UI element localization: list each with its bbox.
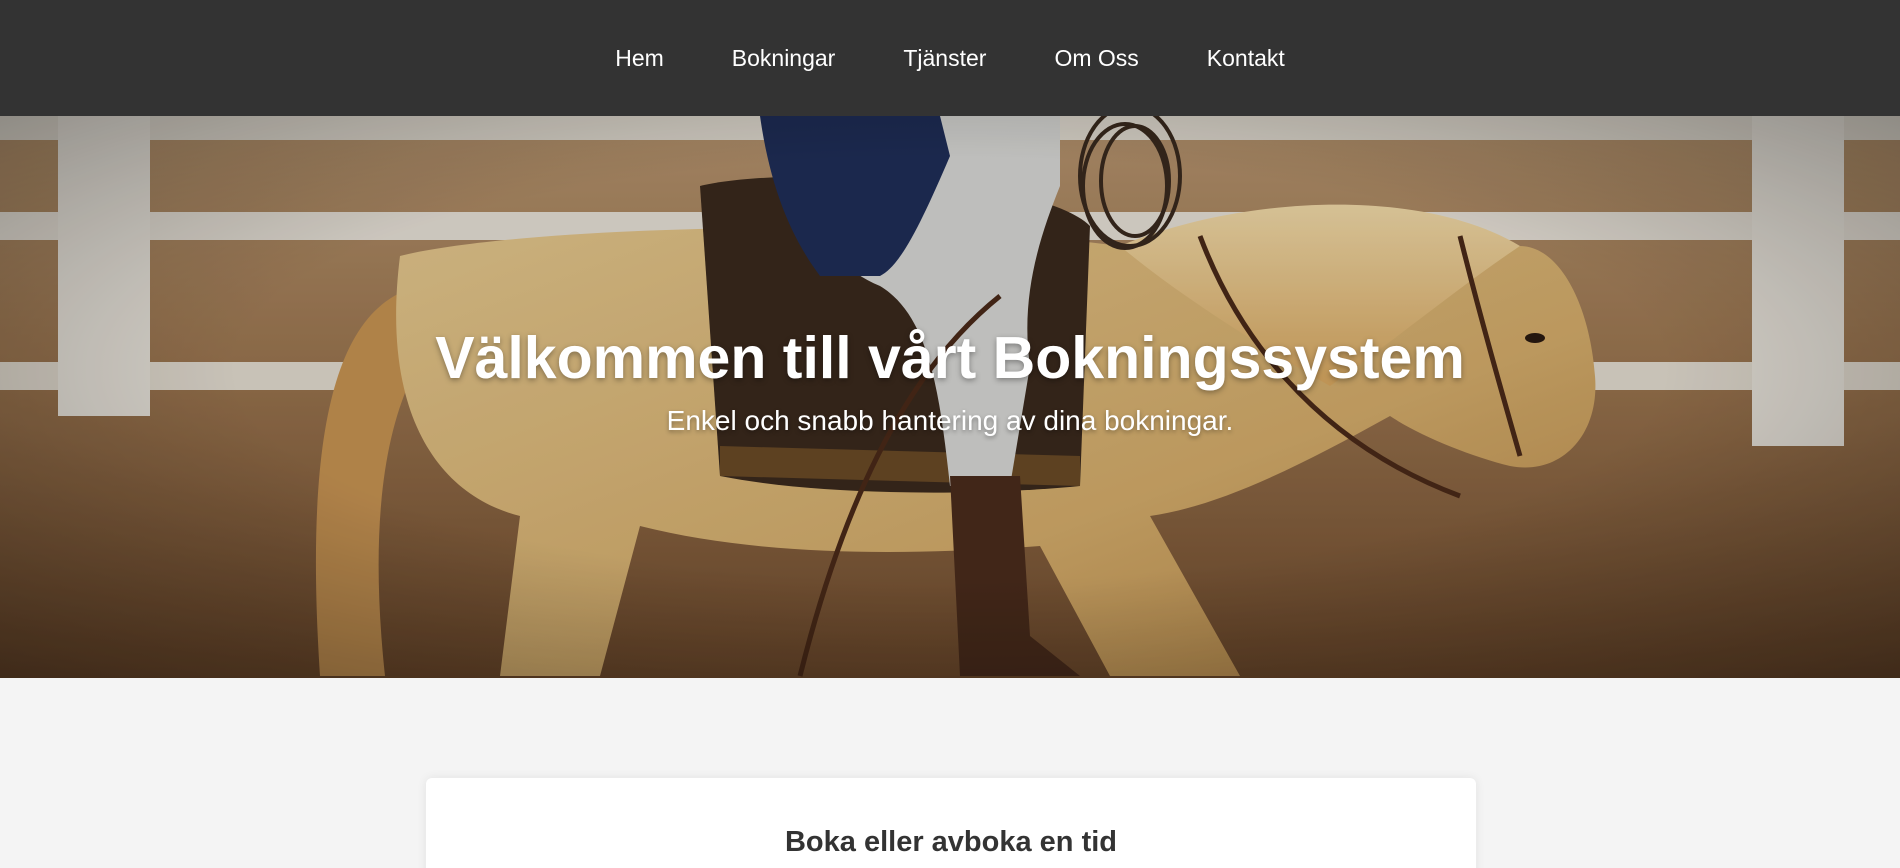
booking-card-title: Boka eller avboka en tid [784,826,1117,858]
nav-menu: Hem Bokningar Tjänster Om Oss Kontakt [581,39,1319,78]
nav-item-contact: Kontakt [1207,39,1285,78]
hero-section: Välkommen till vårt Bokningssystem Enkel… [0,116,1900,678]
hero-title: Välkommen till vårt Bokningssystem [435,325,1465,391]
nav-link-about[interactable]: Om Oss [1054,39,1138,78]
booking-card: Boka eller avboka en tid [426,778,1476,868]
nav-link-contact[interactable]: Kontakt [1207,39,1285,78]
nav-item-about: Om Oss [1054,39,1138,78]
nav-link-services[interactable]: Tjänster [903,39,986,78]
hero-subtitle: Enkel och snabb hantering av dina boknin… [666,404,1234,436]
top-navigation: Hem Bokningar Tjänster Om Oss Kontakt [0,0,1900,116]
hero-text-block: Välkommen till vårt Bokningssystem Enkel… [0,116,1900,678]
nav-item-home: Hem [615,39,664,78]
nav-link-home[interactable]: Hem [615,39,664,78]
nav-link-bookings[interactable]: Bokningar [732,39,836,78]
nav-item-services: Tjänster [903,39,986,78]
nav-item-bookings: Bokningar [732,39,836,78]
